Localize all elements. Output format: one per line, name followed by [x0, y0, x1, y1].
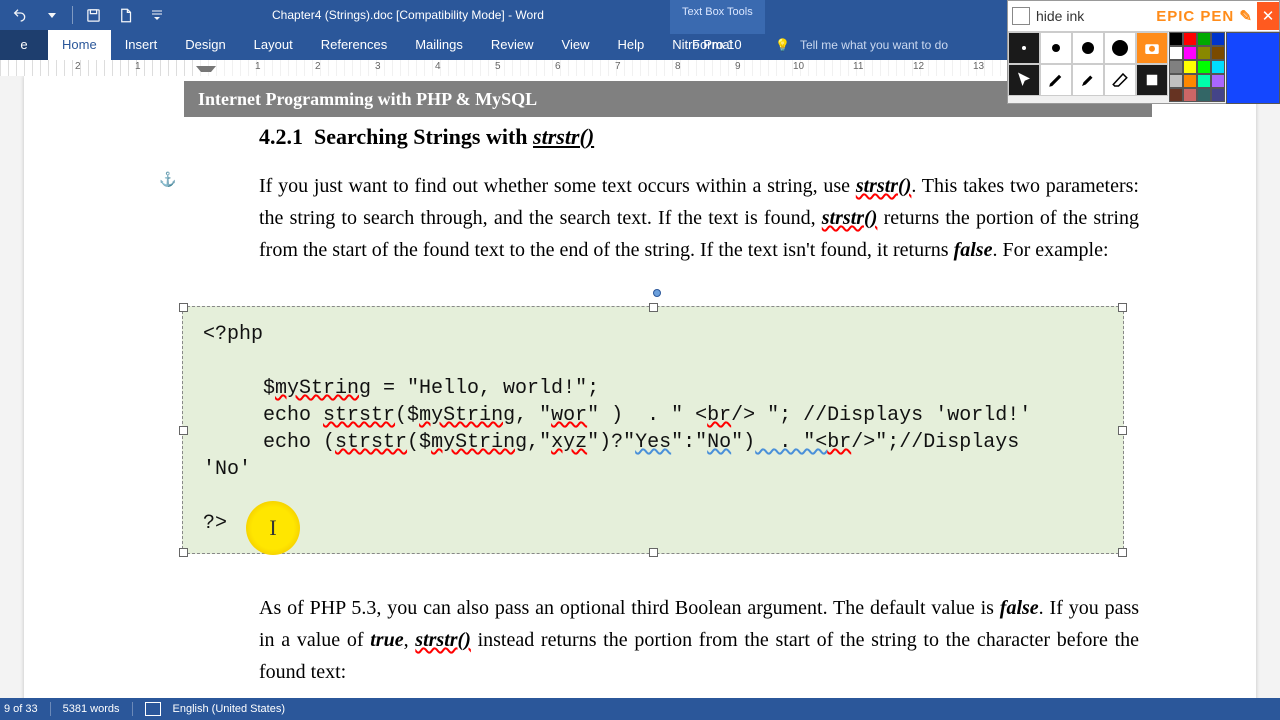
code-content[interactable]: <?php $myString = "Hello, world!"; echo …: [203, 321, 1031, 537]
status-language[interactable]: English (United States): [173, 703, 286, 715]
hide-ink-label: hide ink: [1036, 8, 1156, 24]
tool-camera[interactable]: [1136, 32, 1168, 64]
swatch[interactable]: [1211, 60, 1225, 74]
swatch[interactable]: [1169, 74, 1183, 88]
tool-dot-small[interactable]: [1008, 32, 1040, 64]
cursor-highlight: I: [246, 501, 300, 555]
resize-handle[interactable]: [179, 303, 188, 312]
swatch[interactable]: [1211, 88, 1225, 102]
header-left-title: Internet Programming with PHP & MySQL: [198, 89, 537, 110]
swatch[interactable]: [1183, 88, 1197, 102]
tab-insert[interactable]: Insert: [111, 30, 172, 60]
resize-handle[interactable]: [1118, 426, 1127, 435]
tool-pencil[interactable]: [1040, 64, 1072, 96]
tool-eraser[interactable]: [1104, 64, 1136, 96]
swatch[interactable]: [1183, 32, 1197, 46]
swatch[interactable]: [1197, 60, 1211, 74]
heading-4-2-1: 4.2.1 Searching Strings with strstr(): [259, 124, 1139, 150]
epic-pen-logo: EPIC PEN ✎: [1156, 7, 1257, 25]
swatch[interactable]: [1169, 32, 1183, 46]
tab-view[interactable]: View: [548, 30, 604, 60]
status-word-count[interactable]: 5381 words: [63, 703, 120, 715]
swatch[interactable]: [1169, 60, 1183, 74]
status-bar: 9 of 33 5381 words English (United State…: [0, 698, 1280, 720]
tool-cursor[interactable]: [1008, 64, 1040, 96]
save-button[interactable]: [81, 3, 105, 27]
page: Internet Programming with PHP & MySQL AS…: [24, 76, 1256, 698]
resize-handle[interactable]: [179, 426, 188, 435]
epic-tool-grid: [1008, 32, 1168, 102]
swatch[interactable]: [1197, 46, 1211, 60]
swatch[interactable]: [1169, 88, 1183, 102]
new-doc-button[interactable]: [113, 3, 137, 27]
quick-access-toolbar: [0, 3, 169, 27]
current-color[interactable]: [1226, 32, 1280, 104]
redo-dropdown[interactable]: [40, 3, 64, 27]
paragraph-followup: As of PHP 5.3, you can also pass an opti…: [259, 592, 1139, 688]
tab-format[interactable]: Format: [678, 30, 747, 60]
swatch[interactable]: [1197, 74, 1211, 88]
tab-layout[interactable]: Layout: [240, 30, 307, 60]
tab-mailings[interactable]: Mailings: [401, 30, 477, 60]
resize-handle[interactable]: [1118, 303, 1127, 312]
tool-dot-med[interactable]: [1040, 32, 1072, 64]
swatch[interactable]: [1211, 46, 1225, 60]
qat-more[interactable]: [145, 3, 169, 27]
swatch[interactable]: [1197, 32, 1211, 46]
proofing-icon[interactable]: [145, 702, 161, 716]
code-textbox[interactable]: <?php $myString = "Hello, world!"; echo …: [182, 306, 1124, 554]
epic-close-button[interactable]: ✕: [1257, 2, 1279, 30]
tell-me-placeholder: Tell me what you want to do: [800, 38, 948, 52]
tool-dot-xl[interactable]: [1104, 32, 1136, 64]
bulb-icon: 💡: [775, 38, 790, 52]
tell-me-box[interactable]: 💡 Tell me what you want to do: [775, 30, 948, 60]
tab-review[interactable]: Review: [477, 30, 548, 60]
swatch[interactable]: [1169, 46, 1183, 60]
status-page[interactable]: 9 of 33: [4, 703, 38, 715]
epic-pen-panel[interactable]: hide ink EPIC PEN ✎ ✕: [1007, 0, 1280, 104]
color-swatches: [1169, 32, 1225, 102]
tab-home[interactable]: Home: [48, 30, 111, 60]
context-tab-label: Text Box Tools: [670, 0, 765, 34]
swatch[interactable]: [1197, 88, 1211, 102]
tab-help[interactable]: Help: [603, 30, 658, 60]
swatch[interactable]: [1183, 46, 1197, 60]
tab-references[interactable]: References: [307, 30, 401, 60]
tool-highlighter[interactable]: [1072, 64, 1104, 96]
document-area[interactable]: Internet Programming with PHP & MySQL AS…: [0, 76, 1280, 698]
swatch[interactable]: [1211, 32, 1225, 46]
resize-handle[interactable]: [649, 548, 658, 557]
document-title: Chapter4 (Strings).doc [Compatibility Mo…: [272, 0, 544, 30]
resize-handle[interactable]: [649, 303, 658, 312]
resize-handle[interactable]: [179, 548, 188, 557]
hide-ink-checkbox[interactable]: [1012, 7, 1030, 25]
tool-clear[interactable]: [1136, 64, 1168, 96]
tool-dot-large[interactable]: [1072, 32, 1104, 64]
anchor-icon[interactable]: ⚓: [159, 171, 176, 188]
swatch[interactable]: [1211, 74, 1225, 88]
swatch[interactable]: [1183, 60, 1197, 74]
pen-icon: ✎: [1239, 8, 1253, 25]
swatch[interactable]: [1183, 74, 1197, 88]
rotate-handle[interactable]: [653, 289, 661, 297]
paragraph-intro: If you just want to find out whether som…: [259, 170, 1139, 266]
undo-button[interactable]: [8, 3, 32, 27]
resize-handle[interactable]: [1118, 548, 1127, 557]
tab-design[interactable]: Design: [171, 30, 239, 60]
tab-file[interactable]: e: [0, 30, 48, 60]
